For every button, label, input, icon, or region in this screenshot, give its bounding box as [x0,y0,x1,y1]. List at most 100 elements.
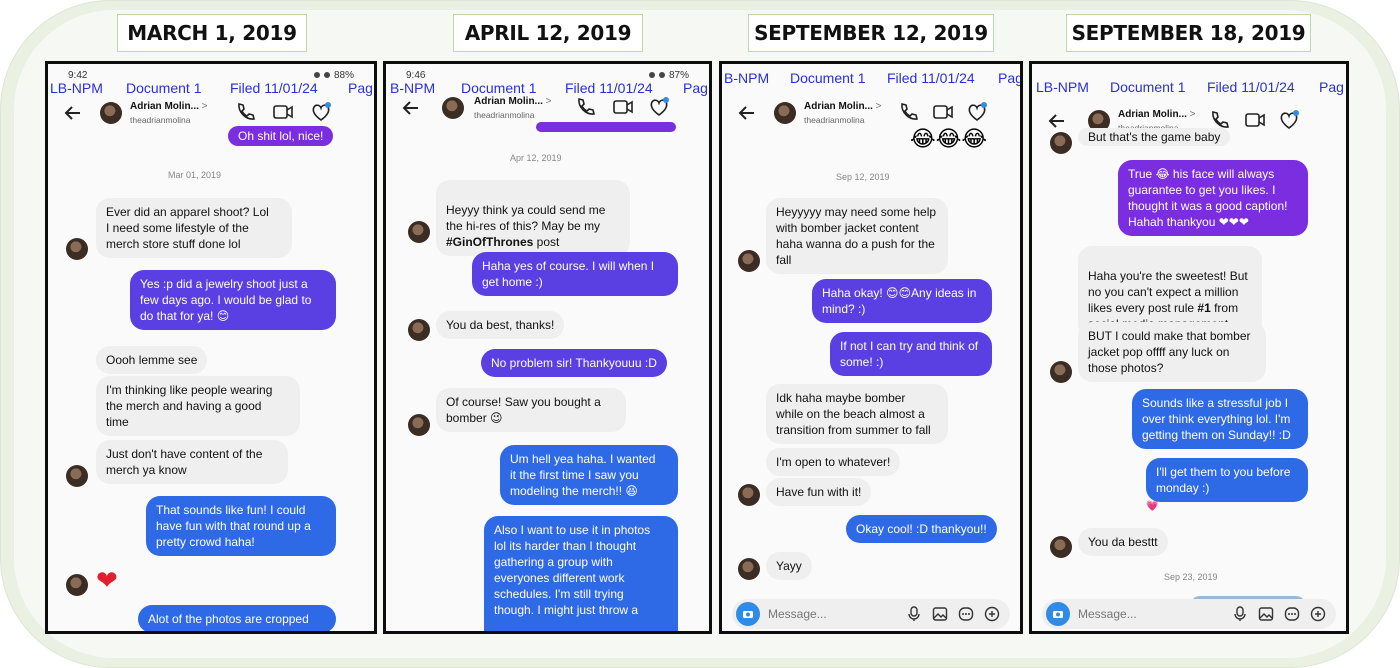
contact-handle: theadrianmolina [474,110,535,120]
message-input[interactable]: Message... [1078,607,1232,621]
gallery-icon[interactable] [932,606,948,622]
status-icons: 87% [648,70,689,81]
message-bubble-sent: True 😂 his face will always guarantee to… [1118,160,1308,236]
phone-call-icon[interactable] [234,101,256,123]
conversation-date: Apr 12, 2019 [510,153,562,163]
contact-name-text: Adrian Molin... [1118,109,1187,120]
avatar [1050,132,1072,154]
conversation-date: Mar 01, 2019 [168,170,222,180]
message-composer[interactable]: Message... [1042,599,1336,629]
contact-name[interactable]: Adrian Molin... > [130,101,208,112]
avatar [66,465,88,487]
message-bold-text: #1 [1197,301,1211,315]
battery-percent: 88% [333,69,354,81]
message-bubble-received: You da besttt [1078,528,1168,556]
stamp-document: Document 1 [1110,79,1186,95]
chevron-right-icon: > [201,101,208,112]
gallery-icon[interactable] [1258,606,1274,622]
contact-name[interactable]: Adrian Molin... > [804,101,882,112]
camera-icon[interactable] [1046,602,1070,626]
message-composer[interactable]: Message... [732,599,1010,629]
message-bubble-received: But that's the game baby [1078,128,1231,146]
date-label-april: APRIL 12, 2019 [453,14,643,52]
stamp-document: Document 1 [126,80,202,96]
court-filing-stamp: B-NPM Document 1 Filed 11/01/24 Pag [386,80,709,98]
message-bubble-sent: Haha okay! 😊😊Any ideas in mind? :) [812,279,992,323]
camera-icon[interactable] [736,602,760,626]
stamp-filed: Filed 11/01/24 [1207,79,1295,95]
phone-screenshot-march: 9:42 88% LB-NPM Document 1 Filed 11/01/2… [45,61,377,634]
avatar[interactable] [442,97,464,119]
plus-icon[interactable] [984,606,1000,622]
stamp-filed: Filed 11/01/24 [230,80,318,96]
status-time: 9:46 [406,69,426,81]
message-bubble-sent: Um hell yea haha. I wanted it the first … [500,445,678,505]
back-arrow-icon[interactable] [736,102,758,124]
court-filing-stamp: LB-NPM Document 1 Filed 11/01/24 Pag [1032,79,1346,97]
microphone-icon[interactable] [1232,606,1248,622]
heart-shield-icon[interactable] [648,96,670,118]
phone-screenshot-april: 9:46 87% B-NPM Document 1 Filed 11/01/24… [383,61,712,634]
video-call-icon[interactable] [272,101,294,123]
chevron-right-icon: > [1189,109,1196,120]
avatar [1050,536,1072,558]
heart-shield-icon[interactable] [1278,109,1300,131]
message-bubble-sent: Also I want to use it in photos lol its … [484,516,678,631]
video-call-icon[interactable] [612,96,634,118]
stamp-page: Pag [998,70,1023,86]
message-text: post [533,235,560,249]
stamp-case: LB-NPM [1036,79,1089,95]
phone-call-icon[interactable] [897,101,919,123]
message-bubble-received: I'm open to whatever! [766,448,901,476]
status-time: 9:42 [68,69,88,81]
message-bubble-sent: Oh shit lol, nice! [228,126,334,146]
avatar [1050,361,1072,383]
stamp-case: LB-NPM [50,80,103,96]
message-bubble-received: Oooh lemme see [96,346,208,374]
message-bubble-sent-cropped [536,122,676,132]
avatar [738,250,760,272]
laughing-emoji-reaction: 😂😂😂 [910,126,988,151]
heart-shield-icon[interactable] [966,101,988,123]
back-arrow-icon[interactable] [1046,110,1068,132]
message-bubble-received: Have fun with it! [766,478,872,506]
date-label-september-12: SEPTEMBER 12, 2019 [748,14,994,52]
microphone-icon[interactable] [906,606,922,622]
message-bubble-sent: Haha yes of course. I will when I get ho… [472,252,678,296]
message-input[interactable]: Message... [768,607,906,621]
message-bubble-sent: No problem sir! Thankyouuu :D [481,349,667,377]
video-call-icon[interactable] [1244,109,1266,131]
message-bubble-sent: If not I can try and think of some! :) [830,332,992,376]
stamp-filed: Filed 11/01/24 [887,70,975,86]
sticker-icon[interactable] [958,606,974,622]
contact-name[interactable]: Adrian Molin... > [1118,109,1196,120]
avatar[interactable] [774,102,796,124]
phone-screenshot-september-12: B-NPM Document 1 Filed 11/01/24 Pag Adri… [719,61,1023,634]
court-filing-stamp: B-NPM Document 1 Filed 11/01/24 Pag [722,70,1020,88]
avatar[interactable] [100,102,122,124]
video-call-icon[interactable] [932,101,954,123]
contact-name-text: Adrian Molin... [804,101,873,112]
stamp-page: Pag [1319,79,1344,95]
message-bubble-received: Idk haha maybe bomber while on the beach… [766,384,948,444]
message-bubble-received: Ever did an apparel shoot? Lol I need so… [96,198,292,258]
phone-screenshot-september-18: LB-NPM Document 1 Filed 11/01/24 Pag Adr… [1029,61,1349,634]
phone-call-icon[interactable] [574,96,596,118]
back-arrow-icon[interactable] [400,97,422,119]
stamp-page: Pag [683,80,708,96]
message-bubble-sent: I'll get them to you before monday :) [1146,458,1308,502]
message-bubble-sent: Sounds like a stressful job I over think… [1132,389,1308,449]
avatar [408,414,430,436]
contact-handle: theadrianmolina [804,115,865,125]
conversation-date: Sep 23, 2019 [1164,572,1218,582]
stamp-case: B-NPM [724,70,770,86]
sticker-icon[interactable] [1284,606,1300,622]
back-arrow-icon[interactable] [62,102,84,124]
message-bubble-received: Heyyyyy may need some help with bomber j… [766,198,948,274]
plus-icon[interactable] [1310,606,1326,622]
conversation-date: Sep 12, 2019 [836,172,890,182]
heart-shield-icon[interactable] [310,101,332,123]
stamp-document: Document 1 [461,80,537,96]
message-bubble-sent: Okay cool! :D thankyou!! [846,515,997,543]
message-bubble-received: Heyyy think ya could send me the hi-res … [436,180,630,256]
